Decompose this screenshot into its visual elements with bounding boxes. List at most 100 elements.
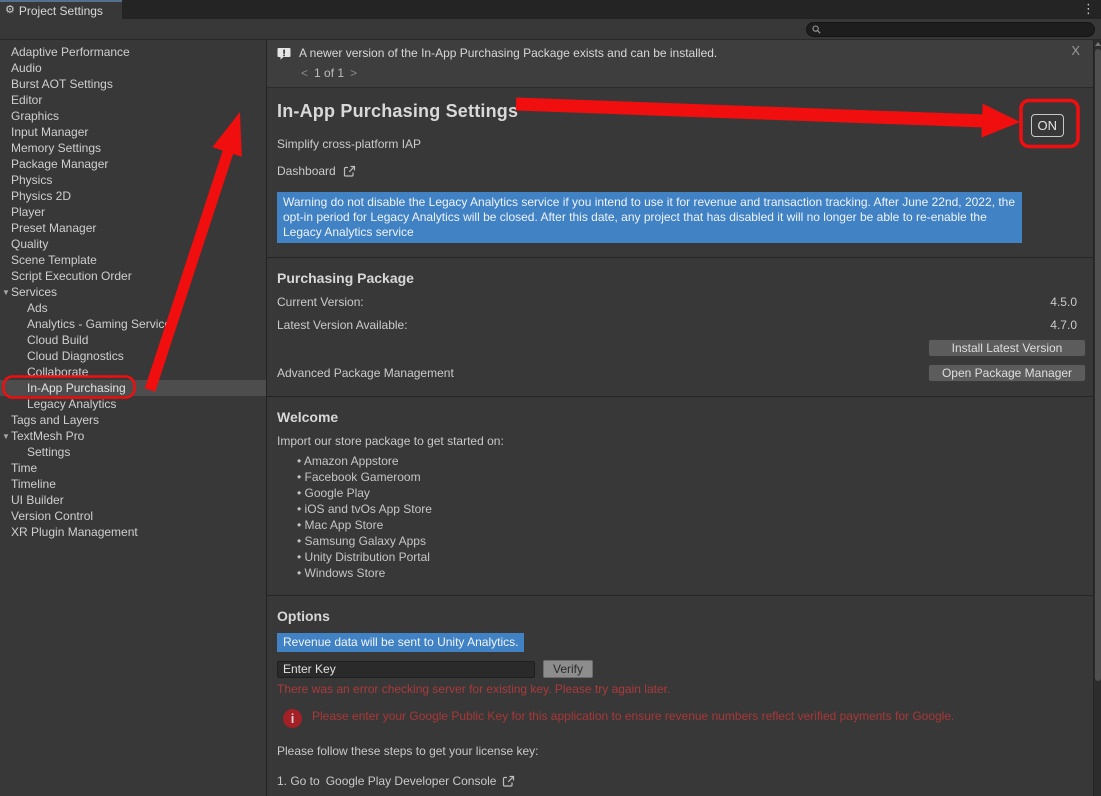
update-notification: A newer version of the In-App Purchasing… [267, 40, 1093, 88]
tab-title: Project Settings [19, 4, 103, 18]
sidebar-item-label: Graphics [11, 109, 59, 123]
sidebar-item-xr-plugin-management[interactable]: ▼ XR Plugin Management [0, 524, 266, 540]
notification-pager: < 1 of 1 > [301, 66, 1083, 80]
sidebar-item-time[interactable]: ▼ Time [0, 460, 266, 476]
expander-triangle-icon[interactable]: ▼ [1, 432, 11, 441]
gear-icon: ⚙ [5, 5, 15, 16]
external-link-icon [343, 165, 356, 178]
sidebar-item-editor[interactable]: ▼ Editor [0, 92, 266, 108]
window-tab-bar: ⚙ Project Settings ⋮ [0, 0, 1101, 19]
sidebar-item-label: Quality [11, 237, 48, 251]
sidebar-item-physics-2d[interactable]: ▼ Physics 2D [0, 188, 266, 204]
sidebar-item-cloud-build[interactable]: ▼ Cloud Build [0, 332, 266, 348]
search-input[interactable] [825, 24, 1085, 36]
sidebar-item-label: UI Builder [11, 493, 64, 507]
sidebar-item-label: Timeline [11, 477, 56, 491]
section-divider [267, 396, 1093, 397]
sidebar-item-version-control[interactable]: ▼ Version Control [0, 508, 266, 524]
store-list-item: Samsung Galaxy Apps [297, 533, 1093, 549]
sidebar-item-label: Legacy Analytics [27, 397, 116, 411]
sidebar-item-label: TextMesh Pro [11, 429, 84, 443]
sidebar-item-label: XR Plugin Management [11, 525, 138, 539]
welcome-heading: Welcome [277, 409, 1093, 425]
verify-button[interactable]: Verify [543, 660, 593, 678]
sidebar-item-tags-and-layers[interactable]: ▼ Tags and Layers [0, 412, 266, 428]
sidebar-item-timeline[interactable]: ▼ Timeline [0, 476, 266, 492]
sidebar-item-physics[interactable]: ▼ Physics [0, 172, 266, 188]
expander-triangle-icon[interactable]: ▼ [1, 288, 11, 297]
sidebar-item-label: Tags and Layers [11, 413, 99, 427]
google-play-console-link[interactable]: Google Play Developer Console [326, 774, 497, 788]
close-icon[interactable]: X [1071, 43, 1080, 58]
vertical-scrollbar[interactable] [1093, 40, 1101, 796]
main-panel: A newer version of the In-App Purchasing… [267, 40, 1093, 796]
sidebar-item-label: Adaptive Performance [11, 45, 130, 59]
sidebar-item-legacy-analytics[interactable]: ▼ Legacy Analytics [0, 396, 266, 412]
sidebar-item-settings[interactable]: ▼ Settings [0, 444, 266, 460]
current-version-row: Current Version: 4.5.0 [277, 295, 1077, 309]
google-key-input[interactable] [277, 661, 535, 678]
store-list-item: Google Play [297, 485, 1093, 501]
sidebar-item-graphics[interactable]: ▼ Graphics [0, 108, 266, 124]
notification-text: A newer version of the In-App Purchasing… [299, 46, 717, 60]
scrollbar-thumb[interactable] [1095, 49, 1101, 681]
sidebar-item-player[interactable]: ▼ Player [0, 204, 266, 220]
sidebar-item-label: Burst AOT Settings [11, 77, 113, 91]
sidebar-item-collaborate[interactable]: ▼ Collaborate [0, 364, 266, 380]
store-list-item: Facebook Gameroom [297, 469, 1093, 485]
sidebar-item-label: Memory Settings [11, 141, 101, 155]
advanced-package-management-label: Advanced Package Management [277, 366, 454, 380]
install-latest-version-button[interactable]: Install Latest Version [928, 339, 1086, 357]
sidebar-item-label: Services [11, 285, 57, 299]
sidebar-item-label: Version Control [11, 509, 93, 523]
sidebar-item-label: Collaborate [27, 365, 88, 379]
sidebar-item-label: Settings [27, 445, 70, 459]
sidebar-item-script-execution-order[interactable]: ▼ Script Execution Order [0, 268, 266, 284]
sidebar-item-ads[interactable]: ▼ Ads [0, 300, 266, 316]
welcome-intro: Import our store package to get started … [277, 434, 1093, 448]
sidebar-item-textmesh-pro[interactable]: ▼ TextMesh Pro [0, 428, 266, 444]
external-link-icon [502, 775, 515, 788]
sidebar-item-scene-template[interactable]: ▼ Scene Template [0, 252, 266, 268]
sidebar-item-quality[interactable]: ▼ Quality [0, 236, 266, 252]
tab-project-settings[interactable]: ⚙ Project Settings [0, 0, 122, 19]
iap-on-toggle-button[interactable]: ON [1031, 114, 1065, 137]
sidebar-item-label: Ads [27, 301, 48, 315]
key-check-error-text: There was an error checking server for e… [277, 682, 1093, 696]
sidebar-item-cloud-diagnostics[interactable]: ▼ Cloud Diagnostics [0, 348, 266, 364]
sidebar-item-label: Script Execution Order [11, 269, 132, 283]
sidebar-item-label: Physics [11, 173, 52, 187]
sidebar-item-ui-builder[interactable]: ▼ UI Builder [0, 492, 266, 508]
sidebar-item-package-manager[interactable]: ▼ Package Manager [0, 156, 266, 172]
sidebar-item-services[interactable]: ▼ Services [0, 284, 266, 300]
store-list-item: Windows Store [297, 565, 1093, 581]
sidebar-item-audio[interactable]: ▼ Audio [0, 60, 266, 76]
store-list-item: Amazon Appstore [297, 453, 1093, 469]
sidebar-item-input-manager[interactable]: ▼ Input Manager [0, 124, 266, 140]
open-package-manager-button[interactable]: Open Package Manager [928, 364, 1086, 382]
sidebar-item-in-app-purchasing[interactable]: ▼ In-App Purchasing [0, 380, 266, 396]
sidebar-item-label: Cloud Build [27, 333, 88, 347]
sidebar-item-analytics-gaming-services[interactable]: ▼ Analytics - Gaming Services [0, 316, 266, 332]
store-list: Amazon AppstoreFacebook GameroomGoogle P… [297, 453, 1093, 581]
latest-version-row: Latest Version Available: 4.7.0 [277, 318, 1077, 332]
sidebar-item-label: Analytics - Gaming Services [27, 317, 177, 331]
sidebar-item-preset-manager[interactable]: ▼ Preset Manager [0, 220, 266, 236]
sidebar-item-adaptive-performance[interactable]: ▼ Adaptive Performance [0, 44, 266, 60]
step-1-row: 1. Go to Google Play Developer Console [277, 774, 1093, 788]
section-divider [267, 257, 1093, 258]
options-heading: Options [277, 608, 1093, 624]
scroll-up-arrow-icon[interactable] [1095, 42, 1101, 46]
latest-version-value: 4.7.0 [1050, 318, 1077, 332]
sidebar-item-label: Scene Template [11, 253, 97, 267]
pager-next-icon[interactable]: > [350, 66, 357, 80]
store-list-item: Unity Distribution Portal [297, 549, 1093, 565]
pager-prev-icon[interactable]: < [301, 66, 308, 80]
search-field[interactable] [806, 22, 1095, 37]
kebab-menu-icon[interactable]: ⋮ [1082, 1, 1095, 17]
sidebar-item-memory-settings[interactable]: ▼ Memory Settings [0, 140, 266, 156]
dashboard-link[interactable]: Dashboard [277, 164, 1093, 178]
sidebar-item-label: Package Manager [11, 157, 108, 171]
sidebar-item-burst-aot-settings[interactable]: ▼ Burst AOT Settings [0, 76, 266, 92]
legacy-analytics-warning: Warning do not disable the Legacy Analyt… [277, 192, 1022, 243]
